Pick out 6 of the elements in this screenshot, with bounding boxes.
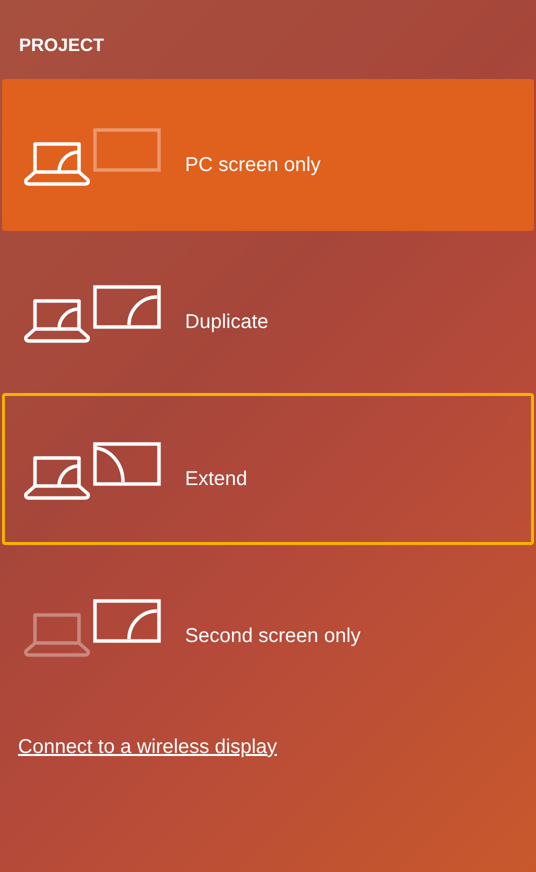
panel-title: PROJECT — [19, 35, 104, 55]
project-option[interactable]: Duplicate — [2, 236, 534, 388]
project-option[interactable]: PC screen only — [2, 79, 534, 231]
project-option[interactable]: Second screen only — [2, 550, 534, 702]
project-option[interactable]: Extend — [2, 393, 534, 545]
wireless-display-link[interactable]: Connect to a wireless display — [18, 736, 278, 758]
